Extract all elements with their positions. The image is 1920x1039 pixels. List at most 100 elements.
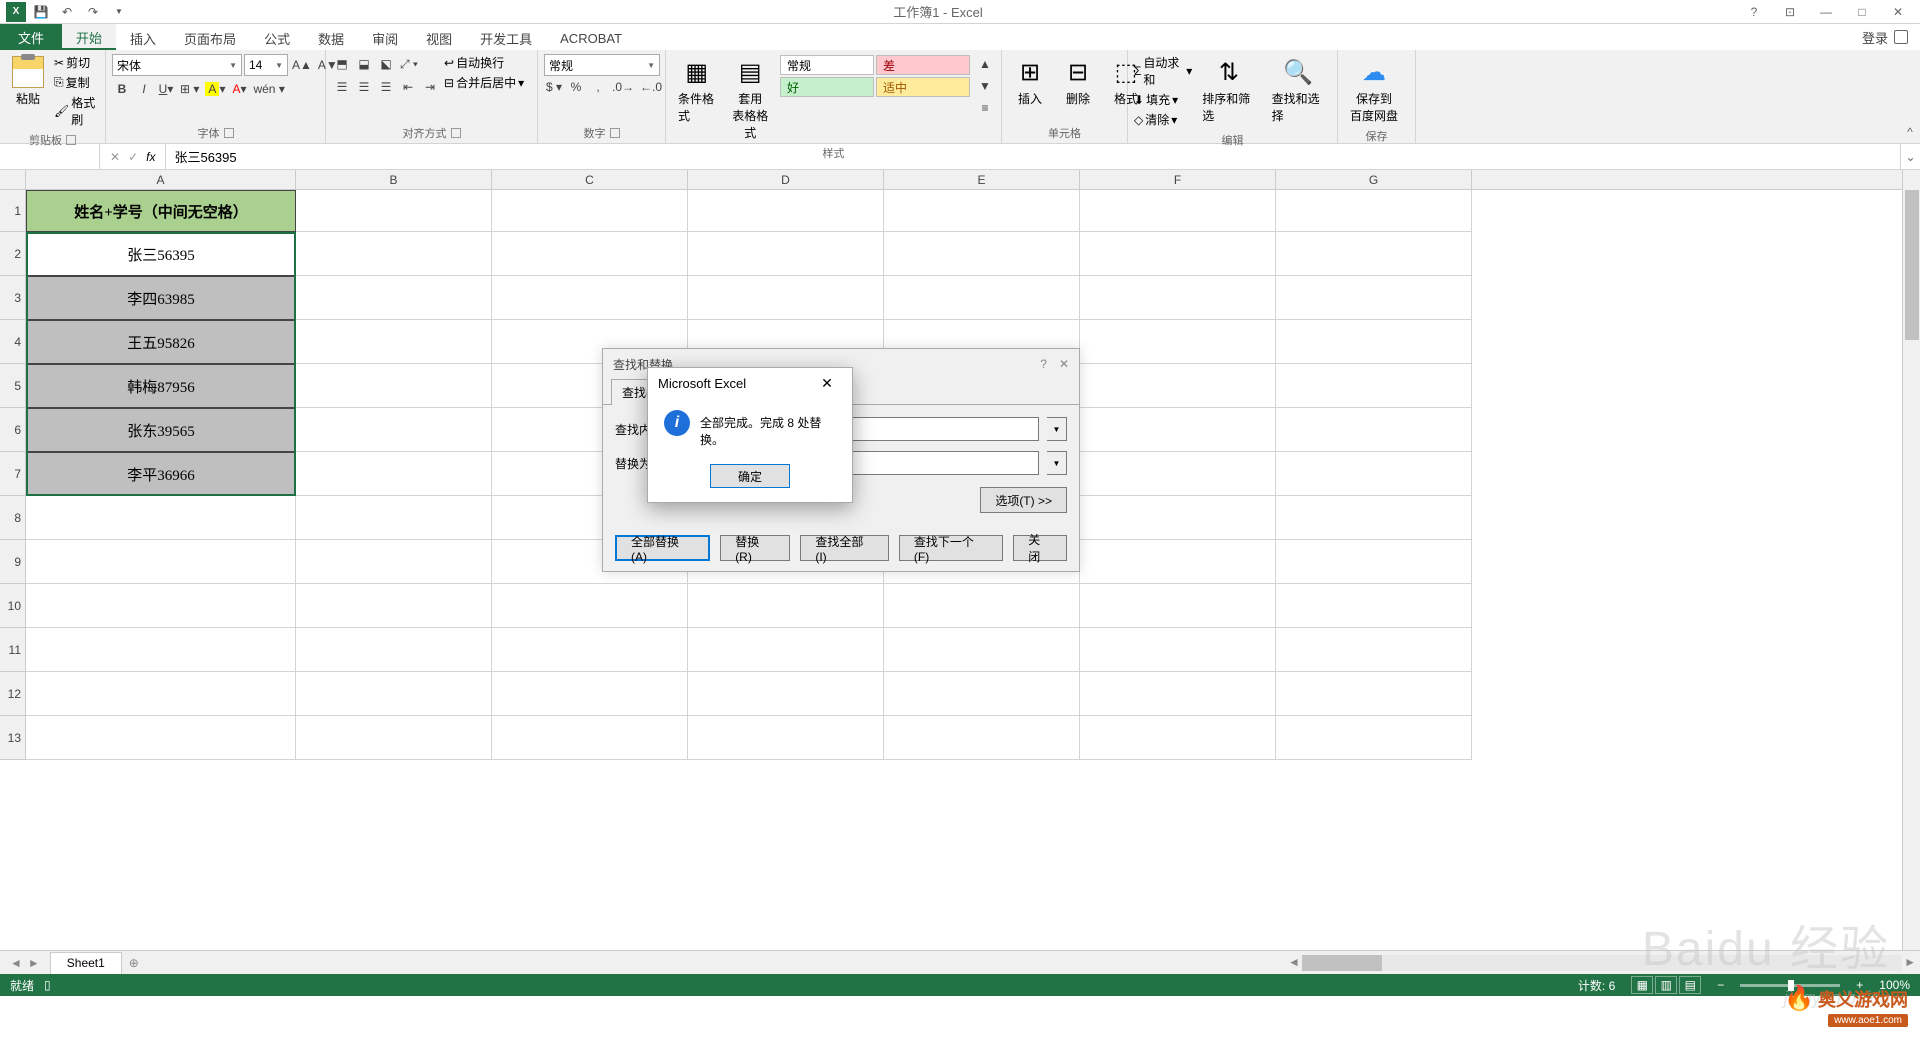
cell-G6[interactable] — [1276, 408, 1472, 452]
font-name-combo[interactable]: 宋体▼ — [112, 54, 242, 76]
clear-button[interactable]: ◇清除 ▾ — [1134, 111, 1192, 128]
cell-A1[interactable]: 姓名+学号（中间无空格） — [26, 190, 296, 232]
decrease-decimal-icon[interactable]: ←.0 — [638, 77, 664, 97]
minimize-icon[interactable]: — — [1812, 2, 1840, 22]
help-icon[interactable]: ? — [1740, 2, 1768, 22]
align-center-icon[interactable]: ☰ — [354, 77, 374, 97]
msgbox-close-icon[interactable]: ✕ — [812, 371, 842, 395]
tab-file[interactable]: 文件 — [0, 24, 62, 50]
cell-G9[interactable] — [1276, 540, 1472, 584]
cell-A9[interactable] — [26, 540, 296, 584]
cell-B7[interactable] — [296, 452, 492, 496]
orientation-icon[interactable]: ⤢ ▾ — [398, 54, 420, 74]
conditional-format-button[interactable]: ▦条件格式 — [672, 54, 722, 126]
align-top-icon[interactable]: ⬒ — [332, 54, 352, 74]
cell-A7[interactable]: 李平36966 — [26, 452, 296, 496]
merge-center-button[interactable]: ⊟合并后居中 ▾ — [444, 74, 524, 91]
cell-A10[interactable] — [26, 584, 296, 628]
clipboard-launcher[interactable] — [66, 135, 76, 145]
row-header-7[interactable]: 7 — [0, 452, 26, 496]
cell-D11[interactable] — [688, 628, 884, 672]
cell-style-neutral[interactable]: 适中 — [876, 77, 970, 97]
cell-G8[interactable] — [1276, 496, 1472, 540]
autosum-button[interactable]: Σ自动求和 ▾ — [1134, 54, 1192, 88]
maximize-icon[interactable]: □ — [1848, 2, 1876, 22]
cell-D3[interactable] — [688, 276, 884, 320]
bold-button[interactable]: B — [112, 79, 132, 99]
cell-D12[interactable] — [688, 672, 884, 716]
tab-data[interactable]: 数据 — [304, 24, 358, 50]
cell-style-normal[interactable]: 常规 — [780, 55, 874, 75]
cell-E2[interactable] — [884, 232, 1080, 276]
align-bottom-icon[interactable]: ⬕ — [376, 54, 396, 74]
cell-C2[interactable] — [492, 232, 688, 276]
cell-F5[interactable] — [1080, 364, 1276, 408]
page-break-view-icon[interactable]: ▤ — [1679, 976, 1701, 994]
col-header-E[interactable]: E — [884, 170, 1080, 189]
border-button[interactable]: ⊞ ▾ — [178, 79, 201, 99]
cell-A4[interactable]: 王五95826 — [26, 320, 296, 364]
cell-style-bad[interactable]: 差 — [876, 55, 970, 75]
vertical-scrollbar[interactable] — [1902, 170, 1920, 950]
currency-icon[interactable]: $ ▾ — [544, 77, 564, 97]
cell-B3[interactable] — [296, 276, 492, 320]
cell-A11[interactable] — [26, 628, 296, 672]
tab-home[interactable]: 开始 — [62, 24, 116, 50]
replace-button[interactable]: 替换(R) — [720, 535, 790, 561]
row-header-9[interactable]: 9 — [0, 540, 26, 584]
cell-B12[interactable] — [296, 672, 492, 716]
format-painter-button[interactable]: 🖌格式刷 — [54, 94, 99, 128]
cell-F12[interactable] — [1080, 672, 1276, 716]
vertical-scroll-thumb[interactable] — [1905, 190, 1919, 340]
msgbox-ok-button[interactable]: 确定 — [710, 464, 790, 488]
number-format-combo[interactable]: 常规▼ — [544, 54, 660, 76]
macro-record-icon[interactable]: ▯ — [44, 978, 51, 992]
sheet-tab-sheet1[interactable]: Sheet1 — [50, 952, 122, 974]
tab-page-layout[interactable]: 页面布局 — [170, 24, 250, 50]
col-header-D[interactable]: D — [688, 170, 884, 189]
find-all-button[interactable]: 查找全部(I) — [800, 535, 889, 561]
cell-F2[interactable] — [1080, 232, 1276, 276]
sheet-nav-first-icon[interactable]: ◄ — [10, 956, 22, 970]
col-header-C[interactable]: C — [492, 170, 688, 189]
style-gallery-down-icon[interactable]: ▼ — [975, 76, 995, 96]
cell-F8[interactable] — [1080, 496, 1276, 540]
cell-G5[interactable] — [1276, 364, 1472, 408]
dialog-help-icon[interactable]: ? — [1040, 357, 1047, 371]
copy-button[interactable]: ⎘复制 — [54, 74, 99, 91]
page-layout-view-icon[interactable]: ▥ — [1655, 976, 1677, 994]
number-launcher[interactable] — [610, 128, 620, 138]
row-header-3[interactable]: 3 — [0, 276, 26, 320]
alignment-launcher[interactable] — [451, 128, 461, 138]
insert-cells-button[interactable]: ⊞插入 — [1008, 54, 1052, 109]
save-baidu-button[interactable]: ☁保存到 百度网盘 — [1344, 54, 1404, 126]
options-button[interactable]: 选项(T) >> — [980, 487, 1067, 513]
row-header-8[interactable]: 8 — [0, 496, 26, 540]
row-header-5[interactable]: 5 — [0, 364, 26, 408]
formula-expand-icon[interactable]: ⌄ — [1900, 144, 1920, 169]
cell-C12[interactable] — [492, 672, 688, 716]
cell-G12[interactable] — [1276, 672, 1472, 716]
cell-B1[interactable] — [296, 190, 492, 232]
cell-F3[interactable] — [1080, 276, 1276, 320]
underline-button[interactable]: U ▾ — [156, 79, 176, 99]
cell-B11[interactable] — [296, 628, 492, 672]
cell-F6[interactable] — [1080, 408, 1276, 452]
cell-C10[interactable] — [492, 584, 688, 628]
cell-G4[interactable] — [1276, 320, 1472, 364]
row-header-10[interactable]: 10 — [0, 584, 26, 628]
login-link[interactable]: 登录 — [1862, 28, 1888, 47]
horizontal-scroll-thumb[interactable] — [1302, 955, 1382, 971]
dialog-close-icon[interactable]: ✕ — [1059, 357, 1069, 371]
find-what-dropdown-icon[interactable]: ▼ — [1047, 417, 1067, 441]
row-header-11[interactable]: 11 — [0, 628, 26, 672]
confirm-formula-icon[interactable]: ✓ — [128, 150, 138, 164]
undo-icon[interactable]: ↶ — [56, 2, 78, 22]
login-icon[interactable] — [1894, 30, 1908, 44]
format-as-table-button[interactable]: ▤套用 表格格式 — [726, 54, 776, 143]
cell-B9[interactable] — [296, 540, 492, 584]
row-header-4[interactable]: 4 — [0, 320, 26, 364]
cell-B4[interactable] — [296, 320, 492, 364]
cell-G10[interactable] — [1276, 584, 1472, 628]
sort-filter-button[interactable]: ⇅排序和筛选 — [1196, 54, 1261, 126]
